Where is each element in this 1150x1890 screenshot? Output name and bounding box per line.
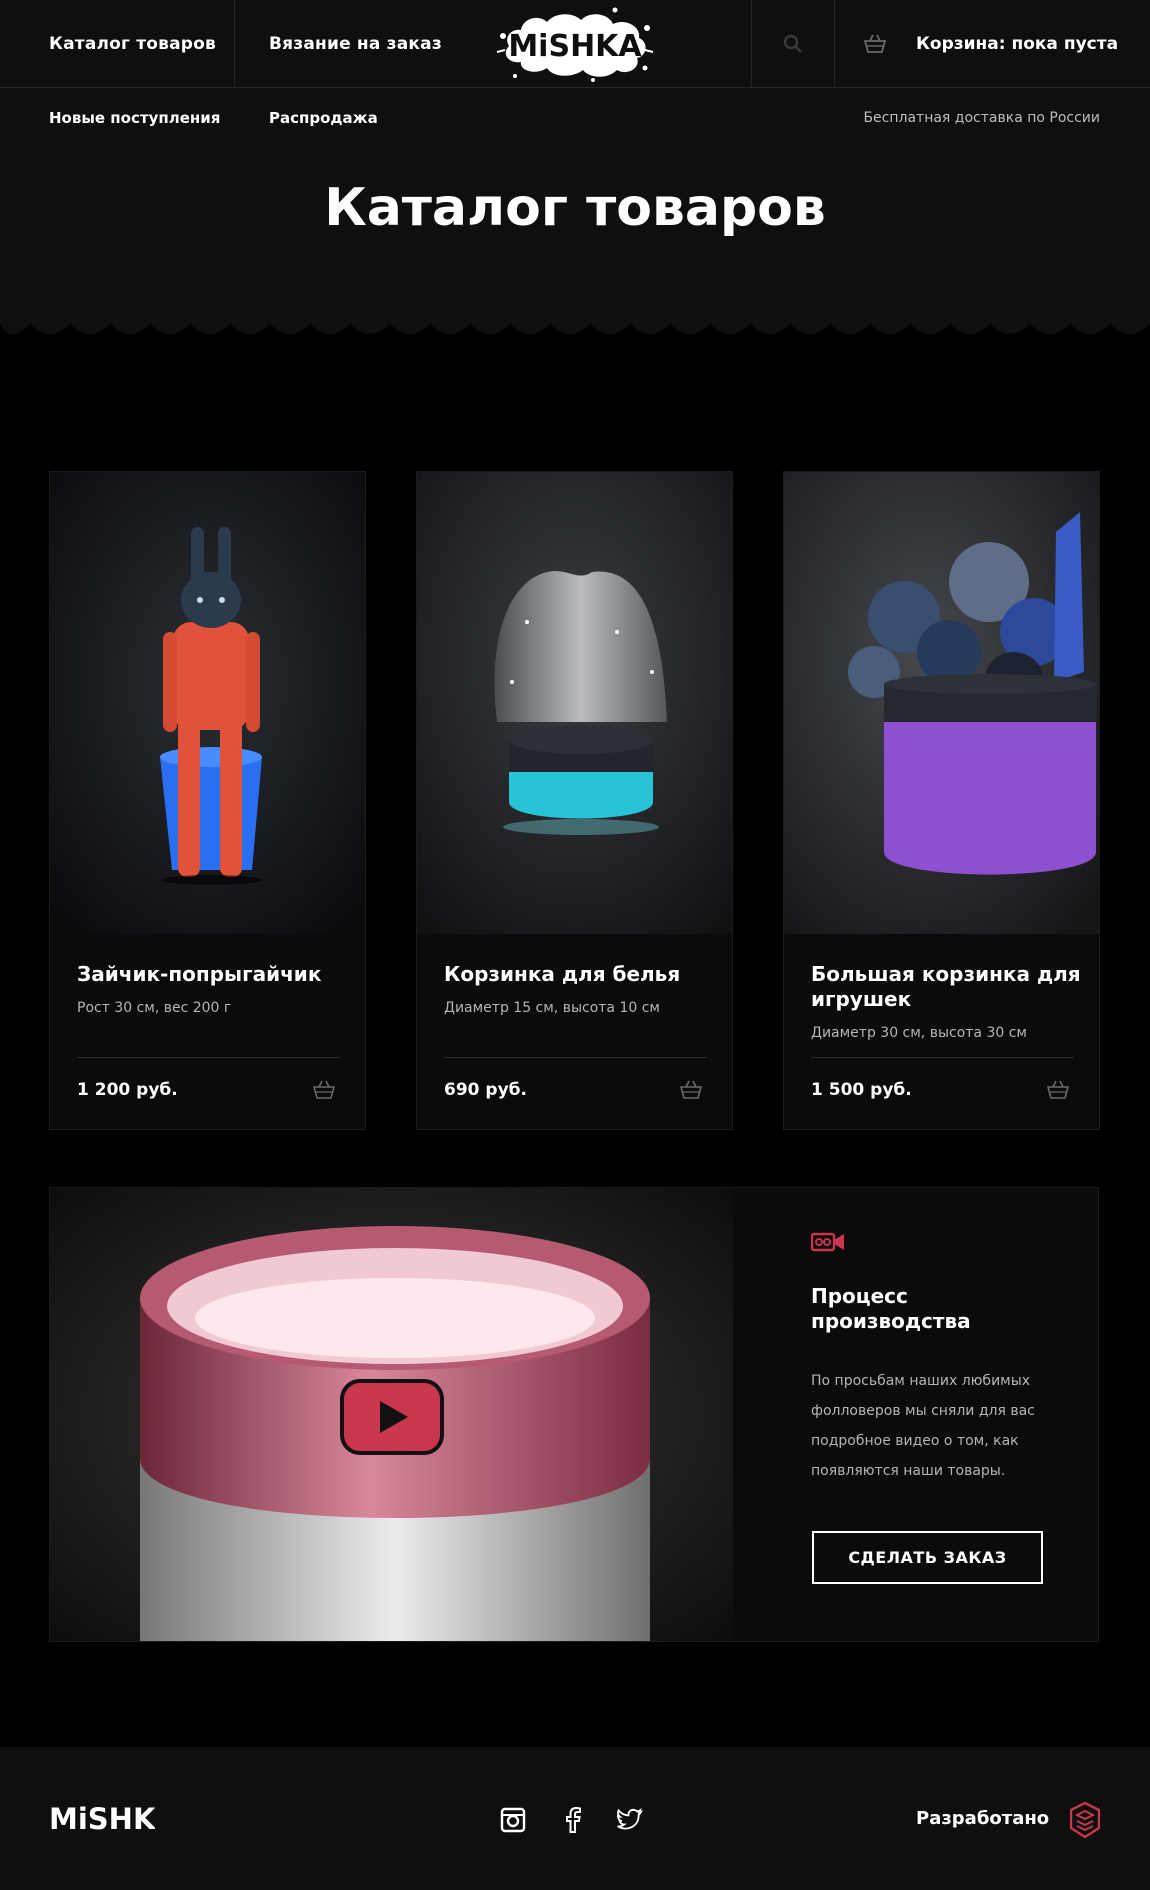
product-card[interactable]: Корзинка для белья Диаметр 15 см, высота… [416, 471, 733, 1130]
sale-link[interactable]: Распродажа [269, 88, 378, 148]
add-to-cart-icon[interactable] [313, 1080, 335, 1100]
delivery-note: Бесплатная доставка по России [863, 110, 1100, 126]
page-hero: Каталог товаров [0, 148, 1150, 324]
production-video-section: Процесс производства По просьбам наших л… [49, 1187, 1099, 1642]
video-camera-icon [811, 1232, 844, 1252]
site-header: Каталог товаров Вязание на заказ MiSHKA … [0, 0, 1150, 88]
sub-navigation: Новые поступления Распродажа Бесплатная … [0, 88, 1150, 148]
product-price: 690 руб. [444, 1080, 527, 1100]
product-description: Диаметр 30 см, высота 30 см [811, 1025, 1027, 1041]
product-description: Рост 30 см, вес 200 г [77, 1000, 232, 1016]
add-to-cart-icon[interactable] [1047, 1080, 1069, 1100]
card-divider [77, 1057, 340, 1058]
footer-logo[interactable]: MiSHKA [49, 1797, 155, 1837]
product-photo-laundry-basket[interactable] [417, 472, 732, 934]
video-description: По просьбам наших любимых фолловеров мы … [811, 1373, 1035, 1479]
product-name[interactable]: Корзинка для белья [444, 962, 714, 987]
add-to-cart-icon[interactable] [680, 1080, 702, 1100]
logo-splash-icon: MiSHKA [496, 7, 654, 82]
wave-divider [0, 310, 1150, 334]
site-logo[interactable]: MiSHKA [495, 6, 655, 82]
developer-logo-icon[interactable] [1070, 1802, 1100, 1838]
nav-catalog-link[interactable]: Каталог товаров [49, 0, 216, 88]
search-icon [783, 34, 802, 53]
product-photo-bunny[interactable] [50, 472, 365, 934]
twitter-icon[interactable] [617, 1807, 643, 1833]
svg-text:MiSHKA: MiSHKA [49, 1802, 155, 1836]
developed-by-label: Разработано [916, 1808, 1050, 1829]
card-divider [444, 1057, 707, 1058]
cart-button[interactable]: Корзина: пока пуста [834, 0, 1150, 88]
product-card[interactable]: Большая корзинка для игрушек Диаметр 30 … [783, 471, 1100, 1130]
product-price: 1 500 руб. [811, 1080, 912, 1100]
svg-text:MiSHKA: MiSHKA [508, 29, 642, 64]
make-order-button[interactable]: СДЕЛАТЬ ЗАКАЗ [812, 1531, 1043, 1584]
product-photo-toy-basket[interactable] [784, 472, 1099, 934]
site-footer: MiSHKA Разработано [0, 1747, 1150, 1890]
product-name[interactable]: Зайчик-попрыгайчик [77, 962, 347, 987]
new-arrivals-link[interactable]: Новые поступления [49, 88, 220, 148]
nav-divider [234, 0, 235, 88]
facebook-icon[interactable] [560, 1807, 586, 1833]
instagram-icon[interactable] [500, 1807, 526, 1833]
card-divider [811, 1057, 1074, 1058]
video-title: Процесс производства [811, 1284, 971, 1333]
product-name[interactable]: Большая корзинка для игрушек [811, 962, 1081, 1012]
video-info-panel: Процесс производства По просьбам наших л… [733, 1188, 1098, 1641]
play-button-icon[interactable] [340, 1379, 444, 1455]
cart-status: Корзина: пока пуста [916, 34, 1119, 54]
basket-icon [864, 34, 886, 53]
nav-custom-knitting-link[interactable]: Вязание на заказ [269, 0, 442, 88]
product-price: 1 200 руб. [77, 1080, 178, 1100]
product-card[interactable]: Зайчик-попрыгайчик Рост 30 см, вес 200 г… [49, 471, 366, 1130]
video-thumbnail[interactable] [50, 1188, 733, 1641]
search-button[interactable] [752, 0, 834, 88]
product-description: Диаметр 15 см, высота 10 см [444, 1000, 660, 1016]
page-title: Каталог товаров [324, 178, 826, 238]
